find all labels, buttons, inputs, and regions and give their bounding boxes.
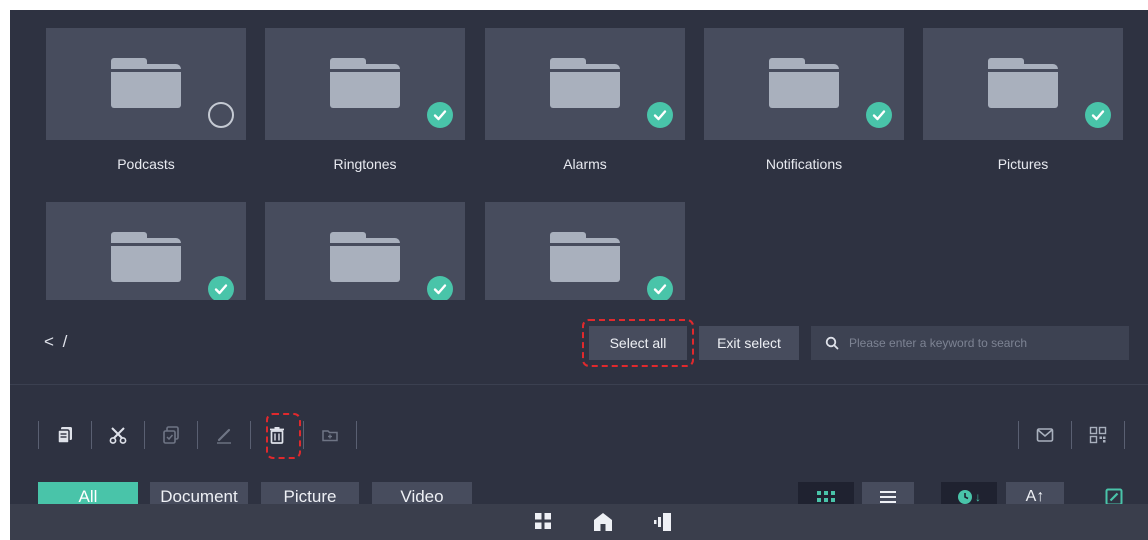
highlight-delete [266, 413, 301, 459]
folder-tile[interactable] [265, 202, 465, 300]
email-button[interactable] [1019, 420, 1071, 450]
file-manager-window: Podcasts Ringtones Alarms Notifications … [10, 10, 1148, 540]
grid-view-icon [817, 491, 835, 502]
folder-label: Podcasts [117, 156, 175, 172]
folder-tile-ringtones[interactable] [265, 28, 465, 140]
search-placeholder: Please enter a keyword to search [849, 336, 1028, 350]
rename-button[interactable] [198, 420, 250, 450]
edit-toolbar [38, 420, 357, 450]
separator [1124, 421, 1125, 449]
folder-label: Notifications [765, 156, 843, 172]
selection-check-icon[interactable] [647, 276, 673, 300]
rename-icon [217, 428, 231, 444]
share-toolbar [1018, 420, 1125, 450]
selection-check-icon[interactable] [866, 102, 892, 128]
clock-icon [958, 490, 972, 504]
paste-icon [163, 426, 179, 444]
current-path: / [62, 332, 70, 351]
folder-icon [330, 232, 400, 282]
exit-icon[interactable] [654, 512, 672, 532]
folder-tile-notifications[interactable] [704, 28, 904, 140]
selection-check-icon[interactable] [427, 276, 453, 300]
folder-icon [769, 58, 839, 108]
selection-check-icon[interactable] [427, 102, 453, 128]
breadcrumb[interactable]: < / [44, 332, 69, 352]
back-icon[interactable]: < [44, 332, 56, 351]
search-field[interactable]: Please enter a keyword to search [811, 326, 1129, 360]
home-icon[interactable] [593, 512, 613, 532]
apps-icon[interactable] [534, 512, 552, 530]
new-folder-button[interactable] [304, 420, 356, 450]
folder-icon [111, 232, 181, 282]
folder-label: Pictures [997, 156, 1049, 172]
folder-icon [550, 232, 620, 282]
list-view-icon [880, 491, 896, 503]
system-nav-bar [10, 504, 1148, 540]
new-folder-icon [322, 430, 338, 442]
folder-tile-alarms[interactable] [485, 28, 685, 140]
selection-check-icon[interactable] [1085, 102, 1111, 128]
search-icon [825, 336, 839, 350]
selection-check-icon[interactable] [647, 102, 673, 128]
folder-label: Ringtones [333, 156, 397, 172]
paste-button[interactable] [145, 420, 197, 450]
exit-select-button[interactable]: Exit select [699, 326, 799, 360]
folder-tile[interactable] [46, 202, 246, 300]
qr-code-icon [1089, 426, 1107, 444]
separator [356, 421, 357, 449]
selection-check-icon[interactable] [208, 276, 234, 300]
sort-direction: ↓ [975, 490, 981, 504]
divider [10, 384, 1148, 385]
select-all-button[interactable]: Select all [589, 326, 687, 360]
folder-icon [111, 58, 181, 108]
copy-icon [57, 427, 72, 444]
email-icon [1036, 428, 1054, 442]
folder-label: Alarms [563, 156, 607, 172]
cut-button[interactable] [92, 420, 144, 450]
selection-circle-unchecked[interactable] [208, 102, 234, 128]
folder-icon [330, 58, 400, 108]
folder-tile-podcasts[interactable] [46, 28, 246, 140]
folder-tile[interactable] [485, 202, 685, 300]
folder-icon [550, 58, 620, 108]
qr-code-button[interactable] [1072, 420, 1124, 450]
folder-tile-pictures[interactable] [923, 28, 1123, 140]
folder-icon [988, 58, 1058, 108]
copy-button[interactable] [39, 420, 91, 450]
cut-icon [109, 427, 127, 444]
